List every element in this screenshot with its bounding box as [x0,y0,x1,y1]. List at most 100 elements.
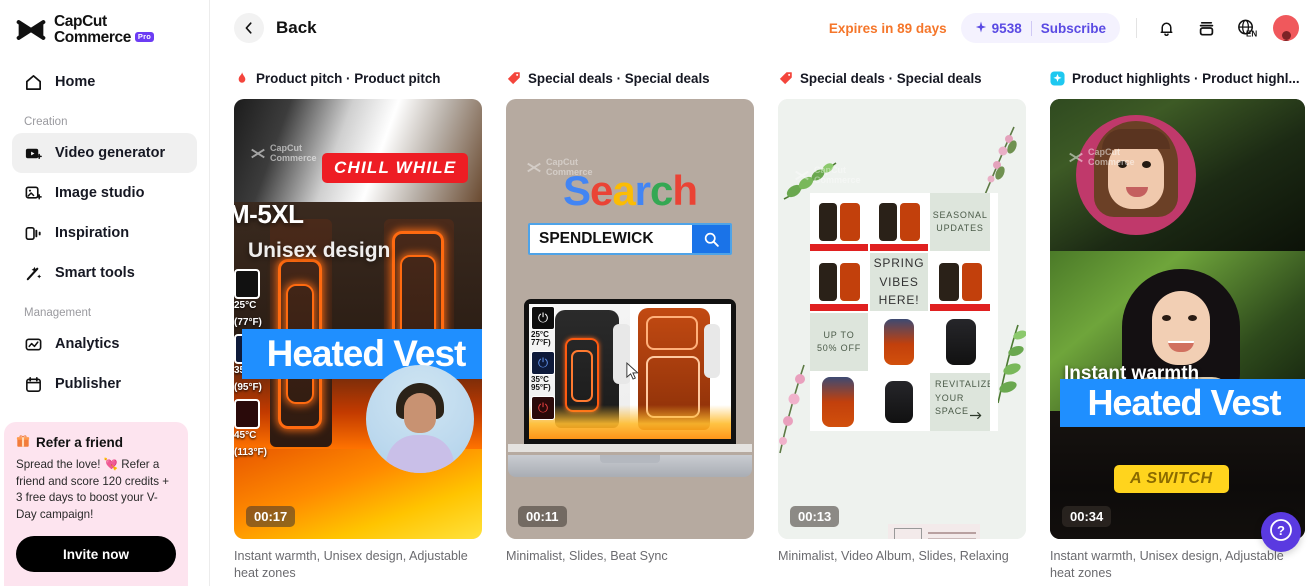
invite-now-button[interactable]: Invite now [16,536,176,572]
pink-flower-icon [778,359,814,464]
chevron-left-icon [234,13,264,43]
video-thumbnail[interactable]: CapCut Commerce SEASONAL UPDATES SPRING … [778,99,1026,539]
sidebar-item-video-generator[interactable]: Video generator [12,133,197,174]
help-question-icon: ? [1269,518,1293,547]
overlay-switch-badge: A SWITCH [1114,465,1229,493]
collage-product-tile [810,253,868,311]
refer-body: Spread the love! 💘 Refer a friend and sc… [16,457,170,522]
collage-text-tile: SPRING VIBES HERE! [870,253,928,311]
publisher-icon [24,375,43,394]
overlay-collage-board: SEASONAL UPDATES SPRING VIBES HERE! UP T… [810,193,998,431]
overlay-temp-controls: ⏻ 25°C 77°F) ⏻ 35°C 95°F) ⏻ [531,306,557,420]
card-header: Product pitch · Product pitch [234,64,482,92]
sidebar-item-image-studio[interactable]: Image studio [12,173,197,213]
card-caption: Instant warmth, Unisex design, Adjustabl… [234,549,468,581]
collage-tile-text: SEASONAL UPDATES [932,209,988,234]
capcut-logo-icon [16,19,46,41]
video-thumbnail[interactable]: 25°C (77°F) 35°C (95°F) 45°C (113°F) Cap… [234,99,482,539]
gift-icon [16,434,30,451]
watermark-line-2: Commerce [814,175,861,186]
flame-icon [234,71,249,86]
mouse-cursor-icon [625,362,640,386]
watermark-line-1: CapCut [546,157,578,167]
sidebar-item-smart-tools[interactable]: Smart tools [12,253,197,293]
temp-label-1: 25°C [234,300,257,311]
brand-line-2: Commerce [54,29,131,47]
sidebar-item-publisher-label: Publisher [55,376,122,393]
search-letter: e [589,167,613,214]
magnifier-icon [692,225,730,253]
sidebar-item-inspiration[interactable]: Inspiration [12,213,197,253]
language-globe-icon[interactable]: EN [1233,15,1259,41]
collage-text-tile: SEASONAL UPDATES [930,193,990,251]
collage-text-tile: REVITALIZE YOUR SPACE [930,373,990,431]
card-caption: Minimalist, Video Album, Slides, Relaxin… [778,549,1009,563]
top-bar: Back Expires in 89 days 9538 Subscribe E… [210,0,1315,56]
overlay-search-query: SPENDLEWICK [530,225,692,253]
collage-product-tile [930,253,990,311]
sidebar-item-video-generator-label: Video generator [55,145,166,162]
credits-pill[interactable]: 9538 Subscribe [960,13,1120,43]
toolbar-divider [1136,18,1137,38]
subscribe-button[interactable]: Subscribe [1041,21,1106,36]
temp-label-6: (113°F) [234,446,267,458]
video-card-grid: Product pitch · Product pitch 25°C (77°F… [210,56,1315,583]
collage-product-tile [810,193,868,251]
watermark-line-2: Commerce [1088,157,1135,168]
watermark: CapCut Commerce [1068,147,1135,168]
overlay-headline: Heated Vest [1060,379,1305,427]
refer-a-friend-card: Refer a friend Spread the love! 💘 Refer … [4,421,188,586]
card-caption: Instant warmth, Unisex design, Adjustabl… [1050,549,1284,581]
sidebar-section-management: Management [24,307,92,320]
temp-label-4: 95°F) [531,383,551,393]
image-studio-icon [24,184,43,203]
duration-badge: 00:11 [518,506,567,527]
refer-title: Refer a friend [36,434,124,450]
highlights-icon [1050,70,1065,86]
back-label: Back [276,18,317,37]
arrow-right-icon [969,407,983,425]
assets-stack-icon[interactable] [1193,15,1219,41]
video-thumbnail[interactable]: CapCut Commerce Search SPENDLEWICK ⏻ 25°… [506,99,754,539]
presenter-avatar-bubble [366,365,474,473]
overlay-size-range: M-5XL [234,199,304,229]
card-title: Special deals · Special deals [800,70,982,86]
refer-title-row: Refer a friend [16,434,176,451]
card-title: Product pitch · Product pitch [256,70,441,86]
brand-logo[interactable]: CapCut Commerce Pro [12,0,197,56]
sidebar-item-analytics[interactable]: Analytics [12,324,197,364]
watermark-line-1: CapCut [270,143,302,153]
app-root: CapCut Commerce Pro Home Creation Video … [0,0,1315,586]
watermark: CapCut Commerce [794,165,861,186]
help-button[interactable]: ? [1261,512,1301,552]
overlay-laptop-mockup: ⏻ 25°C 77°F) ⏻ 35°C 95°F) ⏻ [508,299,752,477]
svg-text:?: ? [1277,523,1285,538]
home-icon [24,73,43,92]
temp-label-4: (95°F) [234,381,262,393]
avatar[interactable] [1273,15,1299,41]
watermark-line-2: Commerce [270,153,317,164]
credits-value-wrap: 9538 [975,21,1022,36]
sidebar-item-smart-tools-label: Smart tools [55,265,135,282]
collage-vest-tile [930,313,990,371]
sidebar-item-home[interactable]: Home [12,62,197,102]
video-thumbnail[interactable]: CapCut Commerce Instant warmth Heated Ve… [1050,99,1305,539]
video-card: Special deals · Special deals CapCut Com… [778,64,1026,583]
search-letter: r [634,167,651,214]
temp-label-2: 77°F) [531,338,551,348]
video-card: Special deals · Special deals CapCut Com… [506,64,754,583]
bell-icon[interactable] [1153,15,1179,41]
watermark-line-1: CapCut [814,165,846,175]
duration-badge: 00:13 [790,506,840,527]
collage-vest-tile [870,313,928,371]
watermark-line-1: CapCut [1088,147,1120,157]
sidebar-item-inspiration-label: Inspiration [55,225,130,242]
collage-tile-text: UP TO 50% OFF [816,329,862,354]
back-button[interactable]: Back [234,13,317,43]
smart-tools-icon [24,264,43,283]
collage-vest-tile [810,373,868,431]
sidebar-item-publisher[interactable]: Publisher [12,364,197,404]
temp-label-5: 45°C [234,430,257,441]
sidebar-section-creation: Creation [24,116,68,129]
brand-line-1: CapCut [54,13,107,30]
